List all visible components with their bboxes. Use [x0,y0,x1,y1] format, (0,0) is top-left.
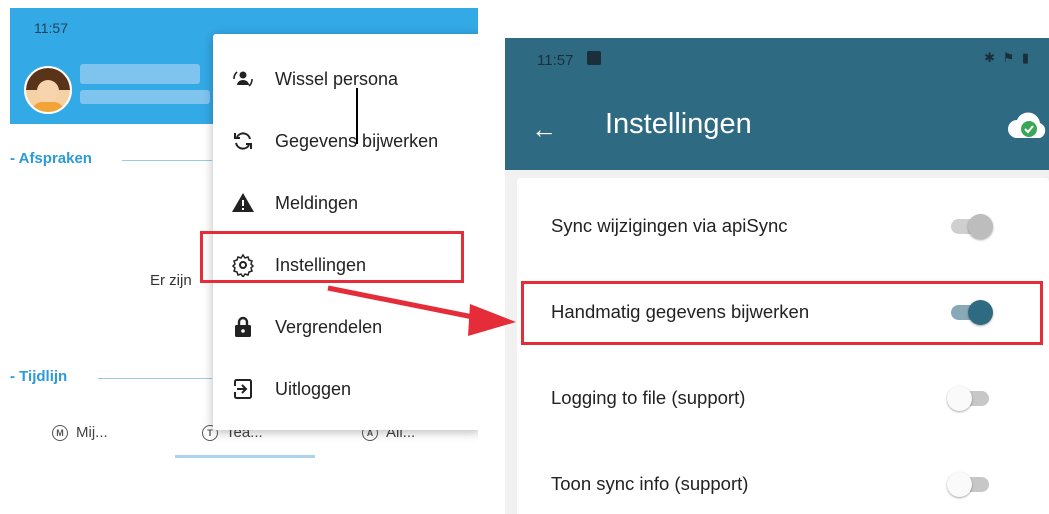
divider [98,378,212,379]
setting-label: Sync wijzigingen via apiSync [551,215,788,236]
warning-icon [231,191,255,215]
sync-apisync-toggle[interactable] [947,211,993,241]
status-time: 11:57 [537,52,574,69]
sync-icon [231,129,255,153]
menu-item-gegevens-bijwerken[interactable]: Gegevens bijwerken [213,110,478,172]
blurred-detail [80,90,210,104]
toon-sync-info-toggle[interactable] [947,469,993,499]
empty-appointments-text: Er zijn [150,272,192,289]
page-title: Instellingen [605,108,752,140]
tab-mij-icon: M [52,424,68,441]
setting-label: Logging to file (support) [551,387,746,408]
setting-label: Toon sync info (support) [551,473,749,494]
menu-item-label: Uitloggen [275,378,352,399]
lock-icon [231,315,255,339]
tab-indicator [175,455,315,458]
avatar[interactable] [24,66,72,114]
tab-mij[interactable]: M Mij... [52,424,108,441]
app-bar: 11:57 ✱ ⚑ ▮ ← Instellingen [505,38,1049,170]
menu-item-vergrendelen[interactable]: Vergrendelen [213,296,478,358]
section-tijdlijn: - Tijdlijn [10,368,68,385]
setting-logging-to-file: Logging to file (support) [517,356,1049,440]
tab-label: Mij... [76,424,108,441]
status-time: 11:57 [34,20,68,36]
highlight-handmatig-bijwerken [521,281,1043,345]
setting-sync-apisync: Sync wijzigingen via apiSync [517,184,1049,268]
settings-screen: 11:57 ✱ ⚑ ▮ ← Instellingen Sync wijzigin… [505,38,1049,514]
status-icons: ✱ ⚑ ▮ [984,50,1031,65]
menu-item-uitloggen[interactable]: Uitloggen [213,358,478,420]
divider [122,160,212,161]
settings-card: Sync wijzigingen via apiSync Handmatig g… [517,178,1049,514]
logout-icon [231,377,255,401]
back-arrow-icon[interactable]: ← [531,114,557,145]
menu-item-wissel-persona[interactable]: Wissel persona [213,48,478,110]
cloud-check-icon[interactable] [1005,108,1049,144]
menu-item-label: Vergrendelen [275,316,383,337]
logging-to-file-toggle[interactable] [947,383,993,413]
text-cursor [356,88,358,144]
gallery-icon [587,51,601,65]
person-switch-icon [231,67,255,91]
blurred-name [80,64,200,84]
menu-item-meldingen[interactable]: Meldingen [213,172,478,234]
setting-toon-sync-info: Toon sync info (support) [517,442,1049,514]
section-afspraken: - Afspraken [10,150,92,167]
menu-item-label: Wissel persona [275,68,399,89]
menu-item-label: Meldingen [275,192,359,213]
highlight-instellingen [200,231,464,283]
